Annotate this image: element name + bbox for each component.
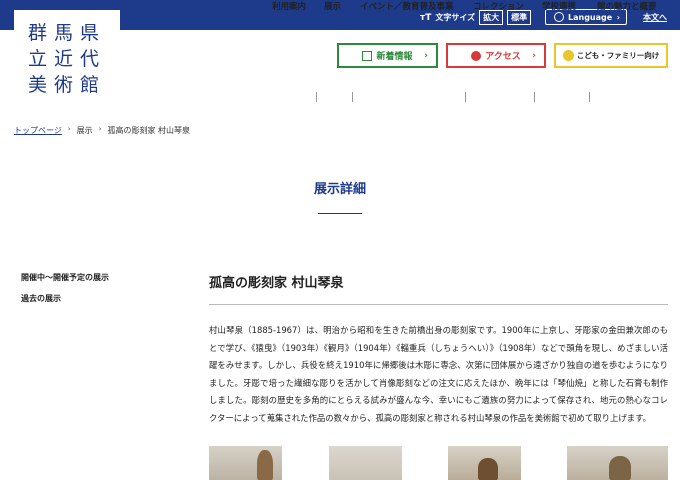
nav-item-guide[interactable]: 利用案内 — [272, 0, 306, 14]
nav-divider — [316, 92, 317, 102]
nav-divider — [352, 92, 353, 102]
logo-line-1: 群馬県 — [27, 22, 106, 44]
news-icon — [362, 50, 373, 61]
nav-item-school[interactable]: 学校連携 — [542, 0, 576, 14]
artwork-thumbnail[interactable] — [448, 446, 521, 480]
breadcrumb-exhibit[interactable]: 展示 — [77, 125, 93, 136]
title-divider — [209, 304, 668, 305]
access-button[interactable]: アクセス › — [446, 43, 546, 68]
logo-line-2: 立近代 — [27, 48, 106, 70]
sidebar-item-past[interactable]: 過去の展示 — [21, 293, 61, 304]
breadcrumb: トップページ › 展示 › 孤高の彫刻家 村山琴泉 — [14, 125, 190, 136]
family-button[interactable]: こども・ファミリー向け — [554, 43, 668, 68]
sidebar-item-current[interactable]: 開催中～開催予定の展示 — [21, 272, 109, 283]
chevron-right-icon: › — [424, 50, 428, 61]
title-underline — [318, 213, 362, 214]
chevron-right-icon: › — [98, 125, 102, 133]
nav-item-collection[interactable]: コレクション — [473, 0, 524, 14]
artwork-thumbnail[interactable] — [209, 446, 282, 480]
font-size-icon: ᴛT — [420, 12, 432, 23]
nav-item-exhibit[interactable]: 展示 — [324, 0, 341, 14]
news-label: 新着情報 — [376, 52, 413, 62]
nav-divider — [465, 92, 466, 102]
nav-divider — [589, 92, 590, 102]
sculpture-image — [478, 458, 498, 480]
page-title: 展示詳細 — [313, 182, 366, 197]
nav-item-events[interactable]: イベント／教育普及事業 — [360, 0, 454, 14]
exhibition-title: 孤高の彫刻家 村山琴泉 — [209, 276, 344, 291]
chevron-right-icon: › — [532, 50, 536, 61]
nav-divider — [534, 92, 535, 102]
breadcrumb-home[interactable]: トップページ — [14, 125, 62, 136]
nav-item-about[interactable]: 館の魅力と概要 — [597, 0, 657, 14]
compass-icon — [471, 50, 482, 61]
museum-logo[interactable]: 群馬県 立近代 美術館 — [14, 10, 120, 108]
sculpture-image — [609, 456, 631, 480]
smile-icon — [562, 50, 574, 61]
logo-line-3: 美術館 — [27, 74, 106, 96]
artwork-thumbnail[interactable] — [567, 446, 668, 480]
family-label: こども・ファミリー向け — [576, 51, 660, 60]
sculpture-image — [257, 450, 273, 480]
access-label: アクセス — [485, 52, 521, 62]
news-button[interactable]: 新着情報 › — [337, 43, 438, 68]
breadcrumb-current: 孤高の彫刻家 村山琴泉 — [107, 126, 191, 135]
exhibition-description: 村山琴泉（1885-1967）は、明治から昭和を生きた前橋出身の彫刻家です。19… — [209, 325, 668, 423]
chevron-right-icon: › — [67, 125, 71, 133]
artwork-thumbnail[interactable] — [329, 446, 402, 480]
